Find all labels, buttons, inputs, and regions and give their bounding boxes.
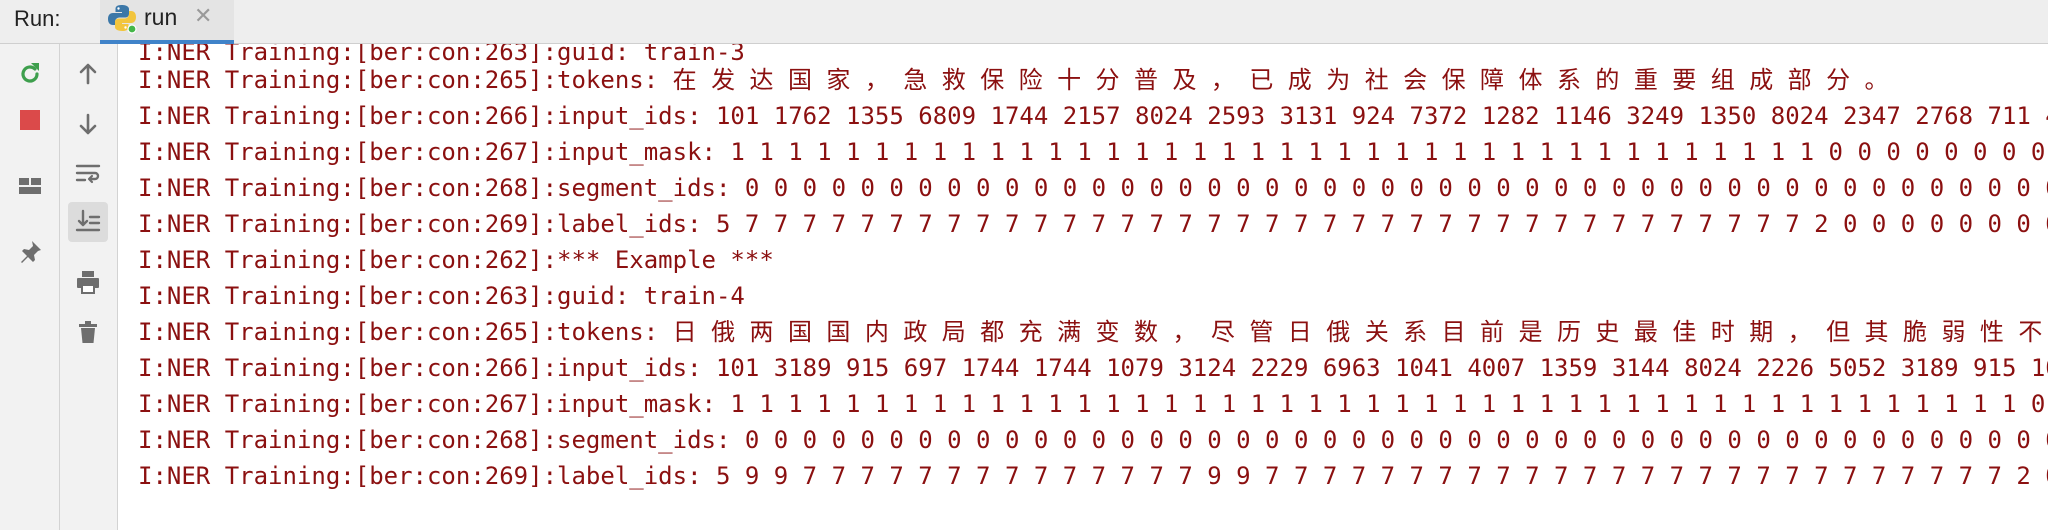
run-toolbar-primary xyxy=(0,44,60,530)
scroll-down-button[interactable] xyxy=(68,104,108,144)
console-line: I:NER Training:[ber:con:268]:segment_ids… xyxy=(138,174,2048,202)
tab-run-label: run xyxy=(144,4,178,30)
arrow-up-icon xyxy=(79,63,97,85)
console-line: I:NER Training:[ber:con:269]:label_ids: … xyxy=(138,462,2048,490)
close-icon[interactable]: ✕ xyxy=(194,4,212,29)
console-line: I:NER Training:[ber:con:262]:*** Example… xyxy=(138,246,774,274)
console-line: I:NER Training:[ber:con:266]:input_ids: … xyxy=(138,354,2048,382)
console-line: I:NER Training:[ber:con:266]:input_ids: … xyxy=(138,102,2048,130)
pin-button[interactable] xyxy=(10,232,50,272)
console-line: I:NER Training:[ber:con:263]:guid: train… xyxy=(138,44,745,66)
clear-all-button[interactable] xyxy=(68,312,108,352)
tab-run[interactable]: run ✕ xyxy=(100,0,234,44)
console-line: I:NER Training:[ber:con:263]:guid: train… xyxy=(138,282,745,310)
rerun-button[interactable] xyxy=(10,54,50,94)
scroll-up-button[interactable] xyxy=(68,54,108,94)
rerun-icon xyxy=(21,63,39,83)
console-line: I:NER Training:[ber:con:269]:label_ids: … xyxy=(138,210,2048,238)
console-line: I:NER Training:[ber:con:267]:input_mask:… xyxy=(138,138,2048,166)
run-tab-bar: Run: run ✕ xyxy=(0,0,2048,44)
layout-icon xyxy=(19,178,41,194)
stop-icon xyxy=(20,110,40,130)
scroll-to-end-button[interactable] xyxy=(68,202,108,242)
console-line: I:NER Training:[ber:con:265]:tokens: 日 俄… xyxy=(138,318,2048,346)
run-panel-label: Run: xyxy=(14,6,61,31)
stop-button[interactable] xyxy=(10,100,50,140)
layout-button[interactable] xyxy=(10,166,50,206)
python-icon xyxy=(106,2,138,34)
soft-wrap-icon xyxy=(75,164,101,184)
console-line: I:NER Training:[ber:con:268]:segment_ids… xyxy=(138,426,2048,454)
console-line: I:NER Training:[ber:con:267]:input_mask:… xyxy=(138,390,2048,418)
arrow-down-icon xyxy=(79,113,97,135)
pin-icon xyxy=(21,241,41,263)
soft-wrap-button[interactable] xyxy=(68,154,108,194)
print-button[interactable] xyxy=(68,262,108,302)
scroll-to-end-icon xyxy=(75,209,101,232)
trash-icon xyxy=(79,321,97,343)
run-tool-window: Run: run ✕ I:NER Training:[ber:con:263]:… xyxy=(0,0,2048,530)
run-toolbar-secondary xyxy=(60,44,118,530)
print-icon xyxy=(77,271,99,294)
console-line: I:NER Training:[ber:con:265]:tokens: 在 发… xyxy=(138,66,1889,94)
console-output[interactable]: I:NER Training:[ber:con:263]:guid: train… xyxy=(118,44,2048,530)
